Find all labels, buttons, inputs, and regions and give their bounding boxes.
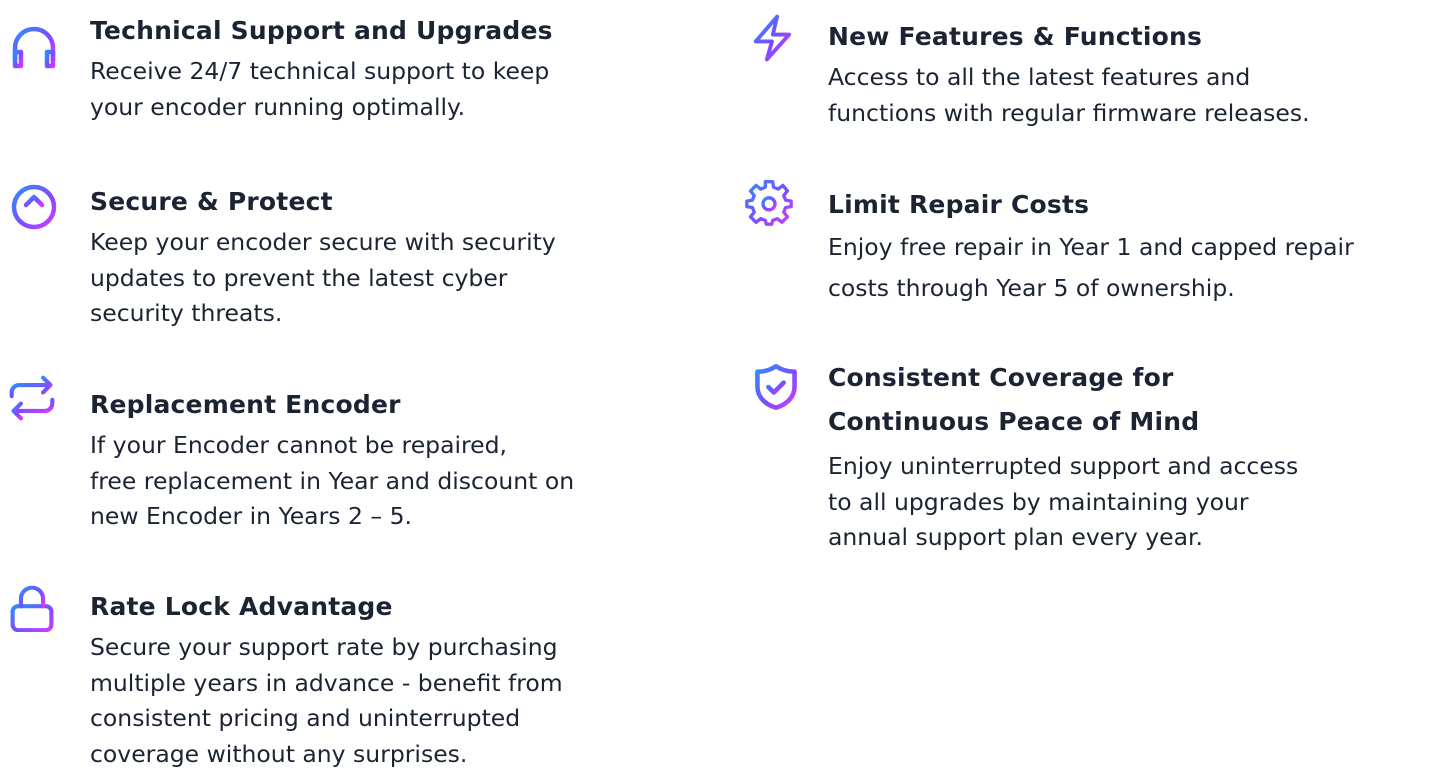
title-line: Continuous Peace of Mind [828, 407, 1200, 436]
description-line: Access to all the latest features and [828, 63, 1251, 91]
description-line: Secure your support rate by purchasing [90, 633, 558, 661]
description-line: Keep your encoder secure with security [90, 228, 556, 256]
description-line: to all upgrades by maintaining your [828, 487, 1249, 516]
description-line: costs through Year 5 of ownership. [828, 274, 1235, 302]
shield-check-icon [752, 363, 800, 411]
description-line: new Encoder in Years 2 – 5. [90, 502, 413, 530]
arrow-up-circle-icon [10, 183, 58, 231]
description-line: Enjoy free repair in Year 1 and capped r… [828, 233, 1354, 261]
feature-title: Limit Repair Costs [828, 190, 1090, 219]
feature-title: Consistent Coverage for Continuous Peace… [828, 359, 1298, 441]
description-line: security threats. [90, 299, 283, 327]
description-line: your encoder running optimally. [90, 92, 466, 121]
feature-title: Technical Support and Upgrades [90, 16, 553, 45]
lock-icon [8, 584, 56, 632]
description-line: annual support plan every year. [828, 523, 1203, 551]
description-line: functions with regular firmware releases… [828, 98, 1310, 127]
description-line: Receive 24/7 technical support to keep [90, 57, 550, 85]
lightning-icon [748, 14, 796, 62]
description-line: Enjoy uninterrupted support and access [828, 452, 1299, 480]
description-line: consistent pricing and uninterrupted [90, 704, 521, 732]
feature-description: Access to all the latest features and fu… [828, 60, 1310, 131]
feature-description: If your Encoder cannot be repaired, free… [90, 428, 574, 535]
feature-description: Enjoy free repair in Year 1 and capped r… [828, 228, 1354, 310]
description-line: multiple years in advance - benefit from [90, 668, 563, 697]
feature-title: Rate Lock Advantage [90, 592, 393, 621]
description-line: If your Encoder cannot be repaired, [90, 431, 507, 459]
feature-title: New Features & Functions [828, 22, 1203, 51]
gear-icon [745, 178, 793, 226]
feature-description: Receive 24/7 technical support to keep y… [90, 54, 553, 125]
feature-title: Replacement Encoder [90, 390, 401, 419]
feature-description: Enjoy uninterrupted support and access t… [828, 449, 1298, 556]
description-line: free replacement in Year and discount on [90, 466, 575, 495]
headphones-icon [10, 22, 58, 70]
feature-description: Keep your encoder secure with security u… [90, 225, 556, 332]
description-line: coverage without any surprises. [90, 739, 468, 768]
repeat-arrows-icon [8, 374, 56, 422]
feature-title: Secure & Protect [90, 187, 333, 216]
description-line: updates to prevent the latest cyber [90, 263, 508, 292]
title-line: Consistent Coverage for [828, 363, 1174, 392]
feature-description: Secure your support rate by purchasing m… [90, 630, 563, 772]
